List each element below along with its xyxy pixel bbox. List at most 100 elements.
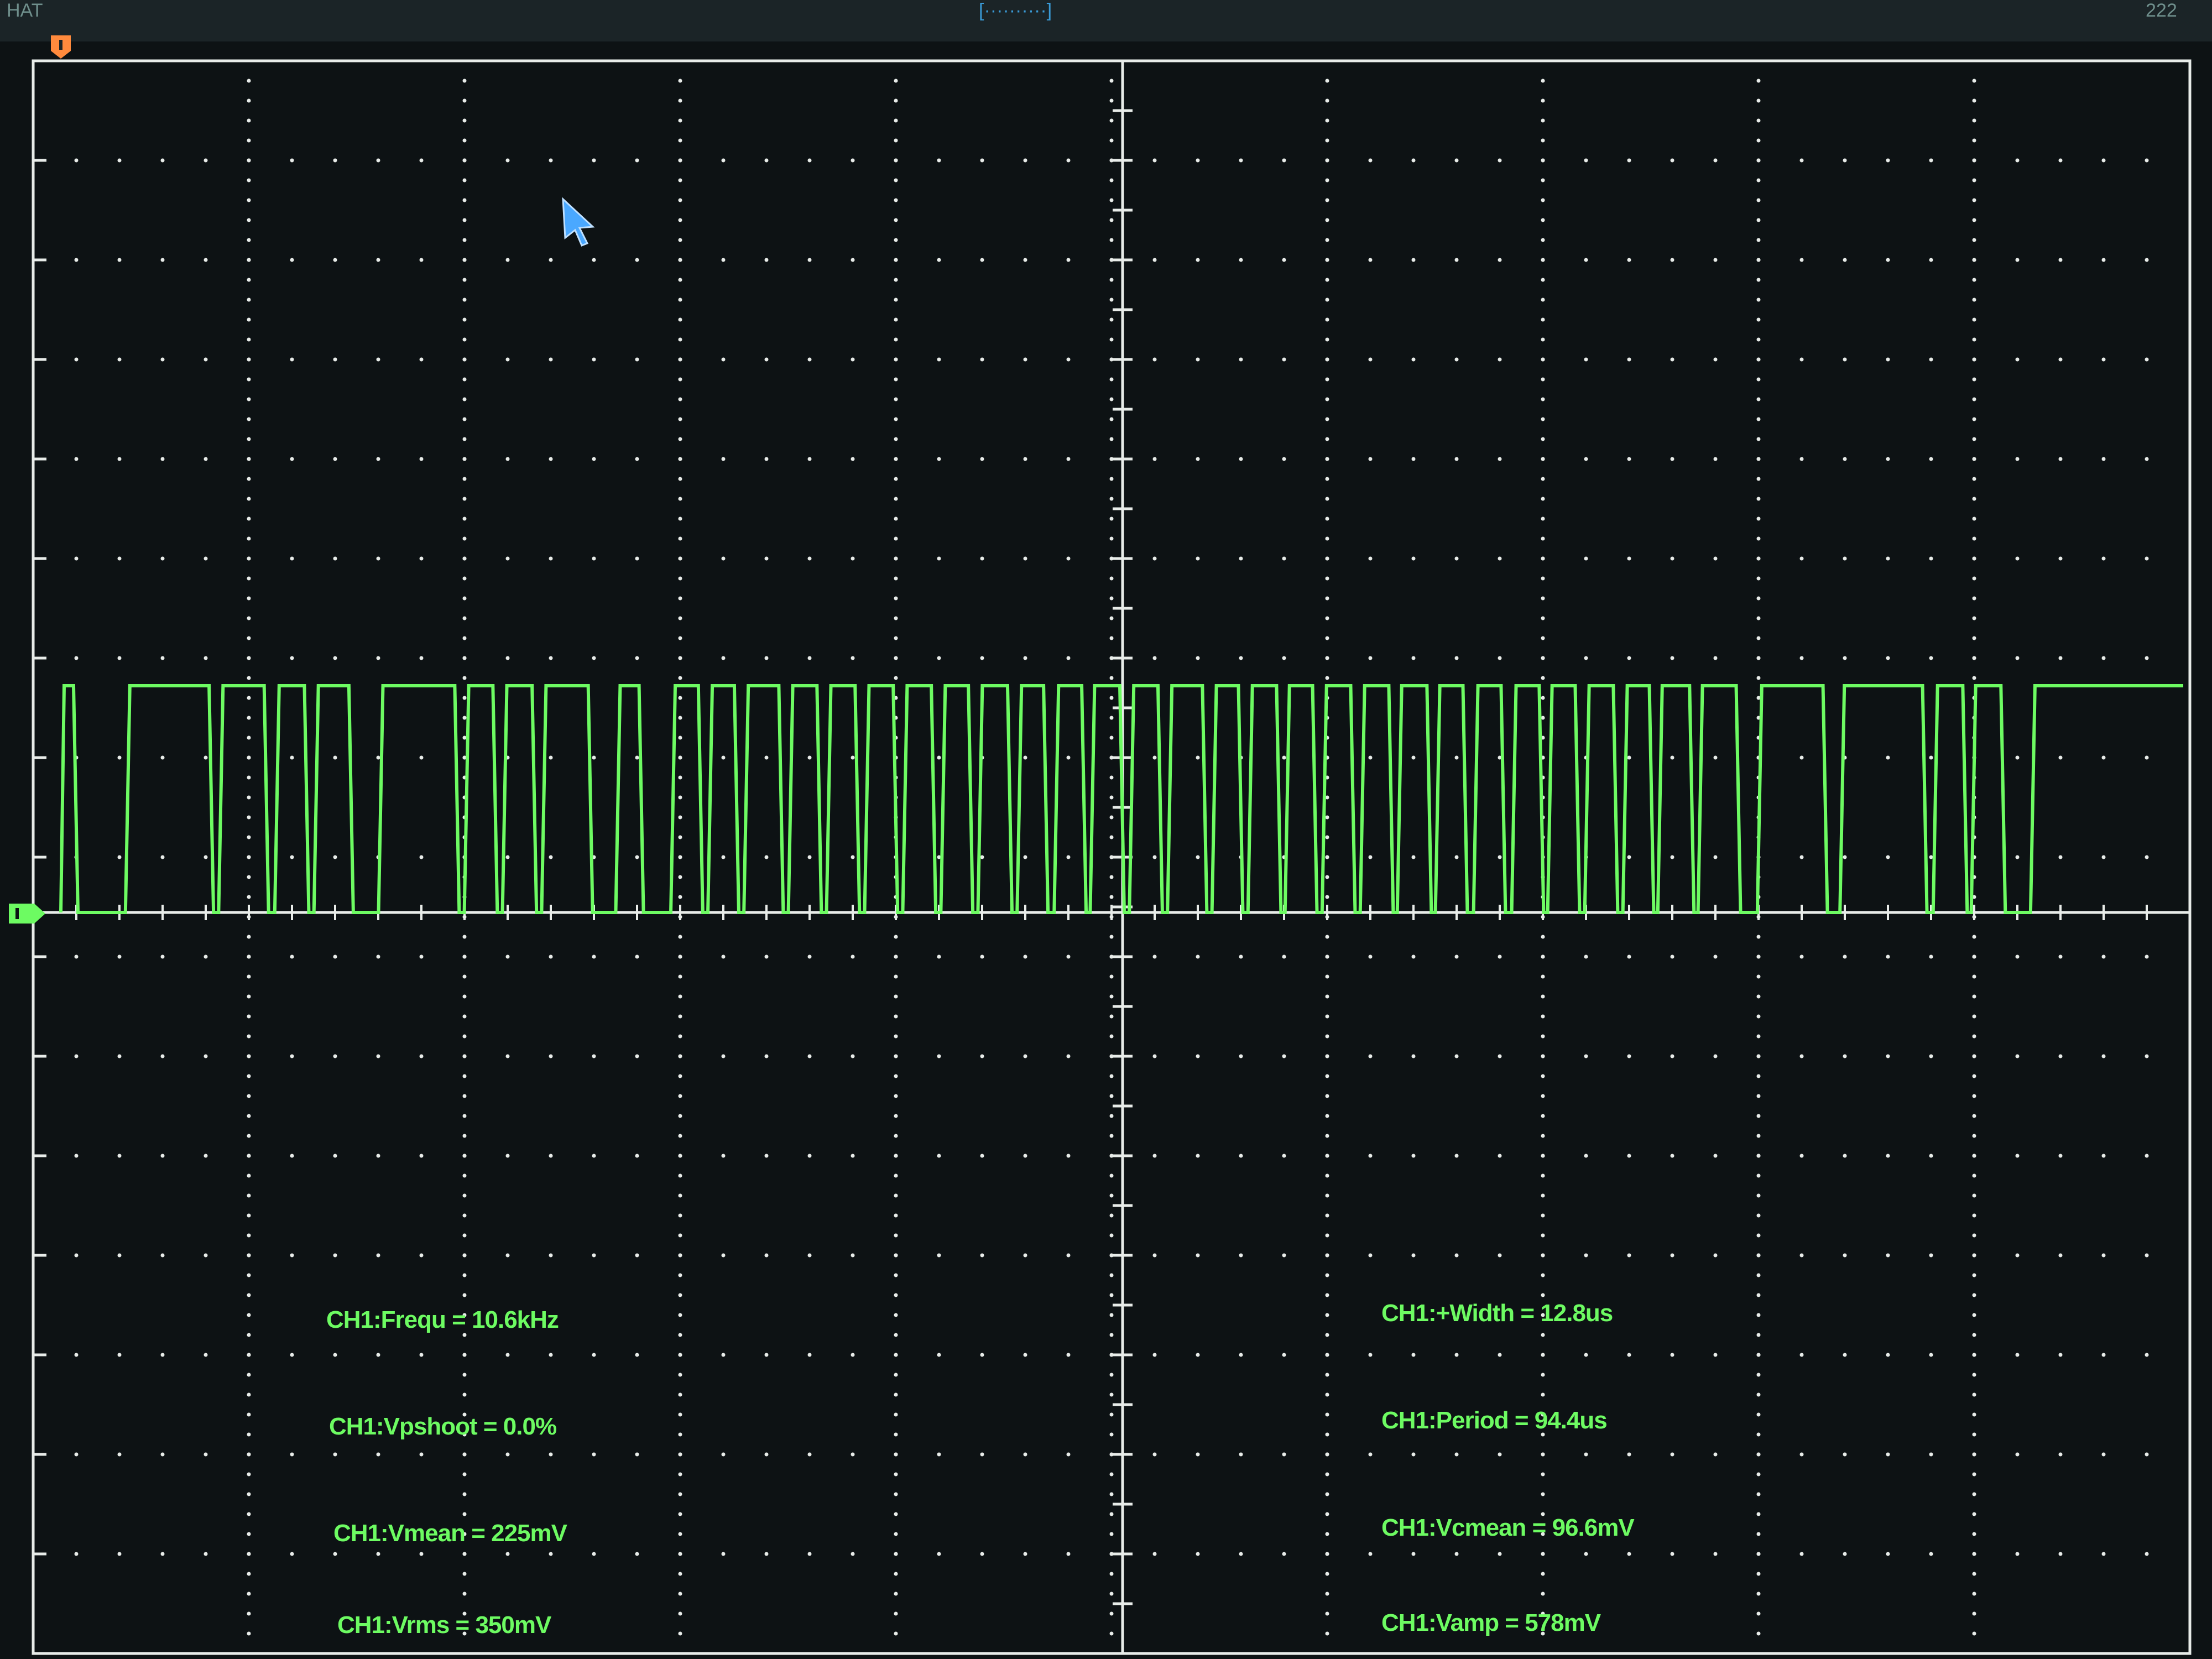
grid-dot — [2058, 258, 2063, 262]
grid-dot — [1756, 1392, 1761, 1397]
grid-dot — [1972, 1253, 1976, 1258]
grid-dot — [1541, 1014, 1545, 1019]
grid-dot — [1325, 1532, 1329, 1536]
grid-dot — [1756, 218, 1761, 222]
grid-dot — [678, 238, 682, 242]
grid-dot — [247, 1572, 251, 1576]
grid-dot — [1756, 576, 1761, 581]
grid-dot — [1325, 974, 1329, 979]
grid-dot — [1756, 1492, 1761, 1496]
grid-dot — [1756, 258, 1761, 262]
grid-dot — [678, 954, 682, 959]
grid-dot — [1325, 1412, 1329, 1417]
grid-dot — [1325, 875, 1329, 879]
grid-dot — [678, 556, 682, 561]
grid-dot — [1325, 218, 1329, 222]
grid-dot — [1325, 1054, 1329, 1058]
grid-dot — [160, 1452, 165, 1457]
grid-dot — [894, 1373, 898, 1377]
grid-dot — [678, 1472, 682, 1477]
grid-dot — [462, 1094, 467, 1098]
grid-dot — [1454, 357, 1459, 362]
grid-dot — [1713, 1054, 1718, 1058]
grid-dot — [1584, 1054, 1588, 1058]
grid-dot — [807, 1552, 812, 1556]
grid-dot — [247, 636, 251, 640]
grid-dot — [894, 437, 898, 441]
grid-dot — [462, 1472, 467, 1477]
grid-dot — [1368, 1054, 1373, 1058]
grid-dot — [894, 298, 898, 302]
grid-dot — [1929, 755, 1933, 760]
grid-dot — [894, 1532, 898, 1536]
grid-dot — [1972, 1492, 1976, 1496]
grid-dot — [678, 138, 682, 143]
grid-dot — [160, 954, 165, 959]
grid-dot — [1972, 337, 1976, 342]
grid-dot — [1325, 994, 1329, 999]
grid-dot — [1972, 218, 1976, 222]
grid-dot — [1325, 855, 1329, 859]
grid-dot — [1454, 656, 1459, 660]
grid-dot — [376, 1452, 380, 1457]
grid-dot — [2145, 457, 2149, 461]
grid-dot — [1498, 357, 1502, 362]
grid-dot — [247, 1452, 251, 1457]
grid-dot — [505, 457, 510, 461]
grid-dot — [1325, 1253, 1329, 1258]
grid-dot — [1109, 1572, 1114, 1576]
grid-dot — [462, 317, 467, 322]
grid-dot — [2015, 1054, 2020, 1058]
grid-dot — [1109, 875, 1114, 879]
grid-dot — [851, 1353, 855, 1357]
grid-dot — [1325, 437, 1329, 441]
grid-dot — [1972, 994, 1976, 999]
grid-dot — [376, 357, 380, 362]
grid-dot — [1454, 755, 1459, 760]
grid-dot — [1929, 1452, 1933, 1457]
grid-dot — [721, 1552, 726, 1556]
grid-dot — [549, 1452, 553, 1457]
grid-dot — [1756, 178, 1761, 182]
grid-dot — [2015, 855, 2020, 859]
grid-dot — [376, 1054, 380, 1058]
grid-dot — [1109, 1134, 1114, 1138]
grid-dot — [2058, 1552, 2063, 1556]
grid-dot — [678, 278, 682, 282]
grid-dot — [2101, 258, 2106, 262]
grid-dot — [851, 457, 855, 461]
grid-dot — [1498, 1253, 1502, 1258]
grid-dot — [678, 1094, 682, 1098]
grid-dot — [1109, 835, 1114, 839]
grid-dot — [247, 437, 251, 441]
grid-dot — [894, 1412, 898, 1417]
grid-dot — [1756, 1253, 1761, 1258]
grid-dot — [894, 596, 898, 601]
grid-dot — [247, 1293, 251, 1297]
grid-dot — [1066, 755, 1071, 760]
grid-dot — [204, 1154, 208, 1158]
grid-dot — [290, 855, 294, 859]
ch1-ground-marker-icon[interactable] — [8, 901, 46, 926]
grid-dot — [894, 417, 898, 421]
grid-dot — [764, 556, 769, 561]
grid-dot — [678, 397, 682, 401]
grid-dot — [592, 1353, 596, 1357]
grid-dot — [117, 1552, 122, 1556]
grid-dot — [1239, 158, 1243, 163]
grid-dot — [74, 1054, 79, 1058]
grid-dot — [1109, 1273, 1114, 1277]
grid-dot — [1972, 1592, 1976, 1596]
grid-dot — [678, 357, 682, 362]
grid-dot — [462, 98, 467, 103]
grid-dot — [1972, 1432, 1976, 1437]
grid-dot — [1023, 1552, 1027, 1556]
grid-dot — [1066, 457, 1071, 461]
grid-dot — [1627, 457, 1631, 461]
grid-dot — [505, 258, 510, 262]
grid-dot — [2101, 357, 2106, 362]
grid-dot — [117, 457, 122, 461]
grid-dot — [419, 855, 424, 859]
grid-dot — [419, 1552, 424, 1556]
grid-dot — [851, 556, 855, 561]
